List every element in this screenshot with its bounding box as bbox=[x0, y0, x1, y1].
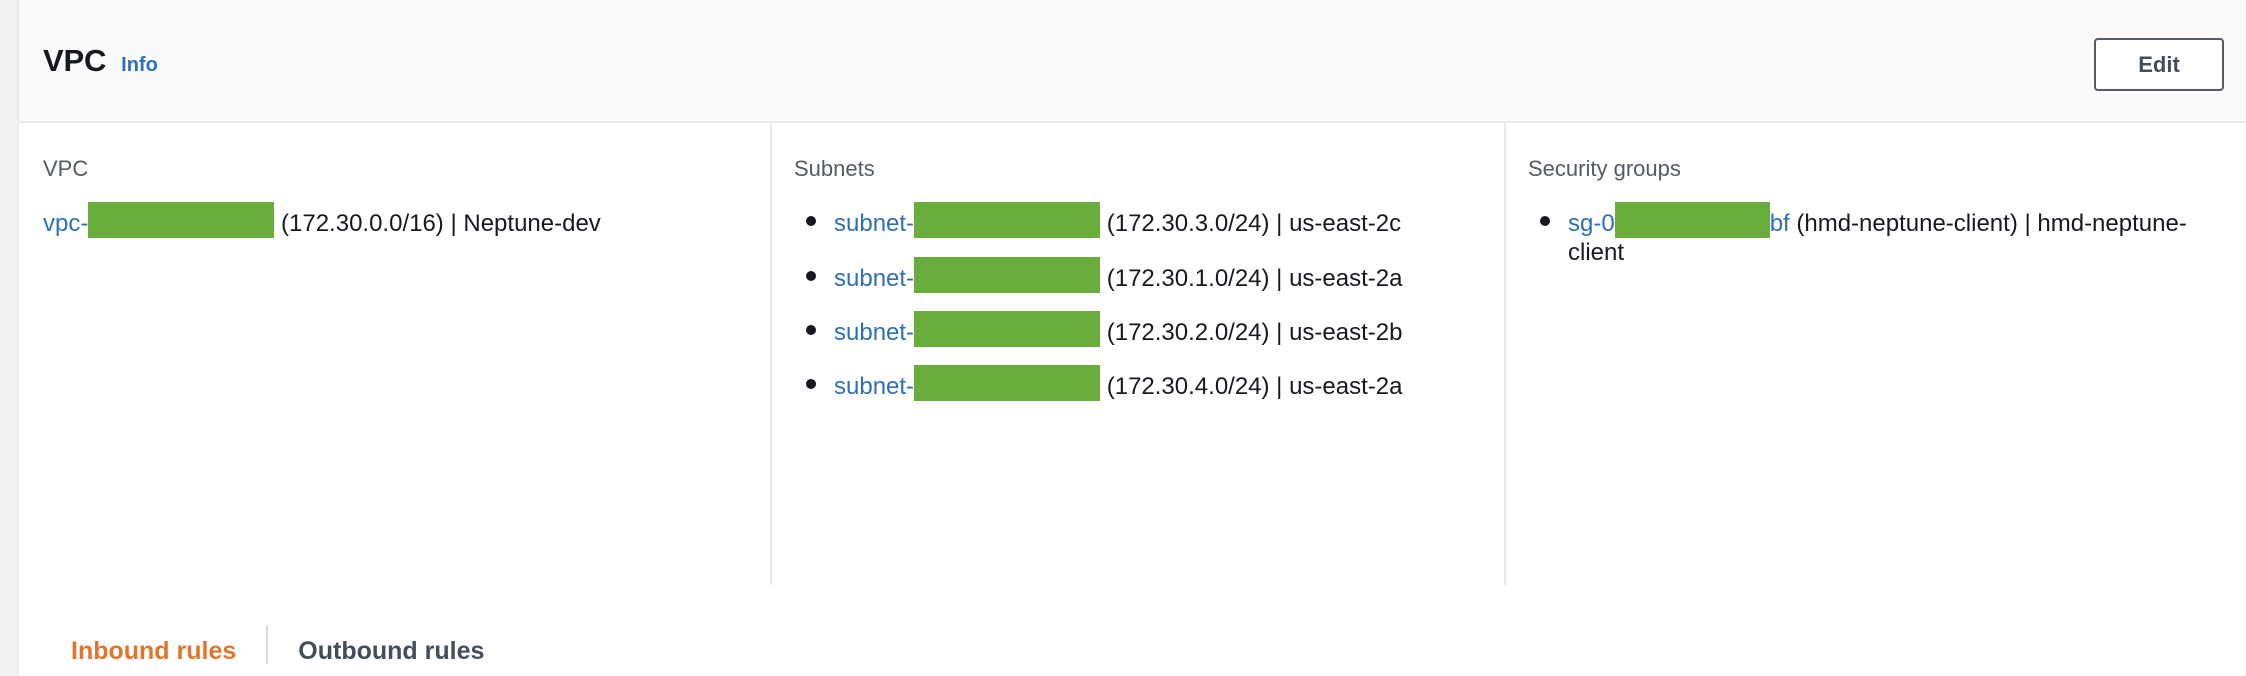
subnet-entry: subnet- (172.30.4.0/24) | us-east-2a bbox=[834, 365, 1403, 402]
list-item: subnet- (172.30.4.0/24) | us-east-2a bbox=[794, 365, 1474, 402]
subnets-list: subnet- (172.30.3.0/24) | us-east-2c sub… bbox=[794, 202, 1474, 402]
edit-button[interactable]: Edit bbox=[2094, 38, 2224, 91]
subnet-details-text: (172.30.2.0/24) | us-east-2b bbox=[1100, 319, 1403, 347]
subnet-details-text: (172.30.3.0/24) | us-east-2c bbox=[1100, 210, 1402, 238]
page-title: VPC bbox=[43, 43, 107, 78]
tab-inbound-rules[interactable]: Inbound rules bbox=[43, 639, 264, 676]
security-groups-list: sg-0 bf (hmd-neptune-client) | hmd-neptun… bbox=[1528, 202, 2218, 267]
tab-row: Inbound rules Outbound rules bbox=[43, 585, 512, 676]
security-group-id-link-prefix[interactable]: sg-0 bbox=[1568, 210, 1615, 237]
subnet-id-link-prefix[interactable]: subnet- bbox=[834, 265, 914, 292]
rules-tabs: Inbound rules Outbound rules bbox=[19, 585, 2246, 676]
vpc-entry: vpc- (172.30.0.0/16) | Neptune-dev bbox=[43, 202, 601, 239]
info-link[interactable]: Info bbox=[121, 55, 158, 75]
subnet-entry: subnet- (172.30.2.0/24) | us-east-2b bbox=[834, 311, 1403, 348]
list-item: vpc- (172.30.0.0/16) | Neptune-dev bbox=[43, 202, 740, 239]
redaction-block bbox=[88, 202, 275, 239]
subnet-id-link-prefix[interactable]: subnet- bbox=[834, 373, 914, 400]
list-item: sg-0 bf (hmd-neptune-client) | hmd-neptun… bbox=[1528, 202, 2218, 267]
column-subnets: Subnets subnet- (172.30.3.0/24) | us-eas… bbox=[770, 123, 1504, 585]
list-item: subnet- (172.30.2.0/24) | us-east-2b bbox=[794, 311, 1474, 348]
card-header: VPC Info Edit bbox=[19, 0, 2246, 123]
vpc-card: VPC Info Edit VPC vpc- (172.30.0.0/16) |… bbox=[17, 0, 2246, 676]
redaction-block bbox=[1614, 202, 1770, 239]
column-vpc: VPC vpc- (172.30.0.0/16) | Neptune-dev bbox=[19, 123, 770, 585]
vpc-details-text: (172.30.0.0/16) | Neptune-dev bbox=[274, 210, 601, 238]
vpc-details-panel: VPC Info Edit VPC vpc- (172.30.0.0/16) |… bbox=[0, 0, 2246, 676]
redaction-block bbox=[914, 256, 1101, 293]
tab-separator bbox=[266, 625, 269, 664]
redaction-block bbox=[914, 311, 1101, 348]
security-group-entry: sg-0 bf (hmd-neptune-client) | hmd-neptun… bbox=[1568, 202, 2187, 266]
list-item: subnet- (172.30.1.0/24) | us-east-2a bbox=[794, 256, 1474, 293]
security-group-id-link-suffix[interactable]: bf bbox=[1770, 210, 1790, 237]
list-item: subnet- (172.30.3.0/24) | us-east-2c bbox=[794, 202, 1474, 239]
redaction-block bbox=[914, 202, 1101, 239]
subnet-entry: subnet- (172.30.3.0/24) | us-east-2c bbox=[834, 202, 1402, 239]
vpc-list: vpc- (172.30.0.0/16) | Neptune-dev bbox=[43, 202, 740, 239]
subnet-entry: subnet- (172.30.1.0/24) | us-east-2a bbox=[834, 256, 1403, 293]
subnet-details-text: (172.30.1.0/24) | us-east-2a bbox=[1100, 264, 1403, 292]
column-label-subnets: Subnets bbox=[794, 156, 875, 181]
column-label-security-groups: Security groups bbox=[1528, 156, 1681, 181]
column-label-vpc: VPC bbox=[43, 156, 89, 181]
tab-outbound-rules[interactable]: Outbound rules bbox=[270, 639, 512, 676]
subnet-details-text: (172.30.4.0/24) | us-east-2a bbox=[1100, 373, 1403, 401]
vpc-columns: VPC vpc- (172.30.0.0/16) | Neptune-dev S… bbox=[19, 123, 2246, 585]
column-security-groups: Security groups sg-0 bf (hmd-neptune-clie… bbox=[1504, 123, 2246, 585]
subnet-id-link-prefix[interactable]: subnet- bbox=[834, 210, 914, 237]
subnet-id-link-prefix[interactable]: subnet- bbox=[834, 319, 914, 346]
redaction-block bbox=[914, 365, 1101, 402]
card-header-title-group: VPC Info bbox=[43, 45, 158, 76]
vpc-id-link-prefix[interactable]: vpc- bbox=[43, 210, 88, 237]
